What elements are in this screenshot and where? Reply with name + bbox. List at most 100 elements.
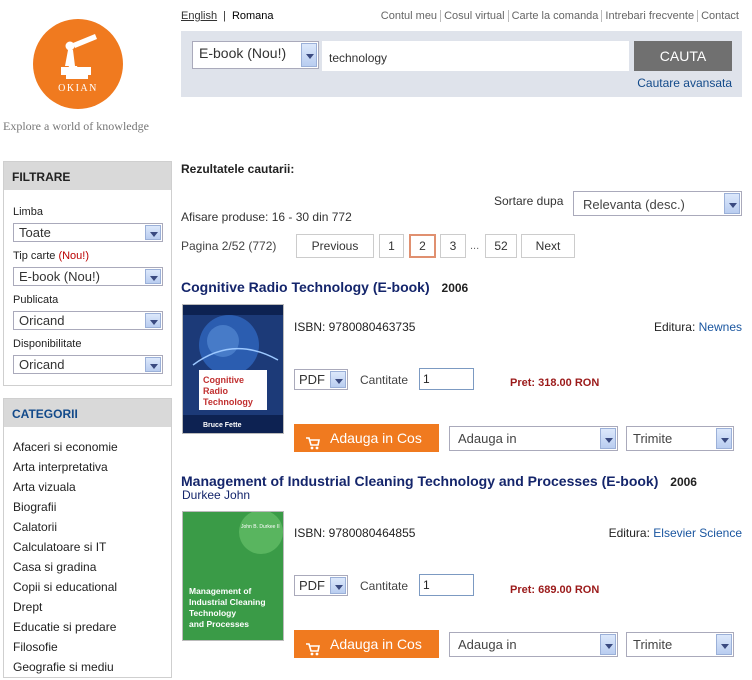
add-to-cart-button[interactable]: Adauga in Cos: [294, 424, 439, 452]
lang-separator: |: [223, 10, 226, 22]
filter-type-text: Tip carte: [13, 250, 56, 262]
chevron-down-icon: [145, 357, 161, 372]
quantity-input[interactable]: 1: [419, 574, 474, 596]
send-select[interactable]: Trimite: [626, 426, 734, 451]
filter-availability-value: Oricand: [19, 357, 65, 372]
sort-label: Sortare dupa: [494, 194, 564, 208]
filter-language-label: Limba: [13, 206, 43, 218]
quantity-input[interactable]: 1: [419, 368, 474, 390]
send-value: Trimite: [633, 637, 673, 652]
advanced-search-link[interactable]: Cautare avansata: [637, 76, 732, 90]
chevron-down-icon: [301, 43, 317, 67]
top-link-cart[interactable]: Cosul virtual: [440, 10, 508, 22]
chevron-down-icon: [600, 634, 616, 655]
filter-type-value: E-book (Nou!): [19, 269, 100, 284]
cover-title-line: Radio: [203, 386, 229, 396]
page-info: Pagina 2/52 (772): [181, 239, 277, 253]
category-item[interactable]: Educatie si predare: [13, 620, 118, 640]
category-item[interactable]: Afaceri si economie: [13, 440, 118, 460]
product-publisher: Editura: Elsevier Science: [609, 526, 742, 540]
category-item[interactable]: Calculatoare si IT: [13, 540, 118, 560]
search-type-select[interactable]: E-book (Nou!): [192, 41, 319, 69]
tagline: Explore a world of knowledge: [3, 119, 149, 133]
filter-published-value: Oricand: [19, 313, 65, 328]
add-to-cart-button[interactable]: Adauga in Cos: [294, 630, 439, 658]
product-isbn: ISBN: 9780080463735: [294, 320, 416, 334]
chevron-down-icon: [330, 577, 346, 594]
book-cover-image[interactable]: John B. Durkee II Management of Industri…: [182, 510, 284, 641]
page-button-2-current[interactable]: 2: [409, 234, 436, 258]
chevron-down-icon: [145, 269, 161, 284]
categories-panel: CATEGORII Afaceri si economie Arta inter…: [3, 398, 172, 678]
search-input[interactable]: technology: [322, 41, 629, 71]
send-select[interactable]: Trimite: [626, 632, 734, 657]
sort-select[interactable]: Relevanta (desc.): [573, 191, 742, 216]
quantity-label: Cantitate: [360, 579, 409, 593]
category-item[interactable]: Calatorii: [13, 520, 118, 540]
cover-title-line: Technology: [189, 608, 236, 618]
category-item[interactable]: Copii si educational: [13, 580, 118, 600]
filter-language-select[interactable]: Toate: [13, 223, 163, 242]
results-count: Afisare produse: 16 - 30 din 772: [181, 210, 352, 224]
product-title-row: Cognitive Radio Technology (E-book) 2006: [181, 279, 468, 295]
publisher-label: Editura:: [653, 320, 696, 334]
filter-published-select[interactable]: Oricand: [13, 311, 163, 330]
search-bar: E-book (Nou!) technology CAUTA Cautare a…: [181, 31, 742, 97]
category-item[interactable]: Casa si gradina: [13, 560, 118, 580]
format-select[interactable]: PDF: [294, 369, 348, 390]
search-button[interactable]: CAUTA: [634, 41, 732, 71]
product-title-row: Management of Industrial Cleaning Techno…: [181, 473, 697, 489]
sort-value: Relevanta (desc.): [583, 197, 685, 212]
cover-title-line: Technology: [203, 397, 253, 407]
lang-english-link[interactable]: English: [181, 10, 217, 22]
top-link-account[interactable]: Contul meu: [378, 10, 440, 22]
lang-romana-link[interactable]: Romana: [232, 10, 274, 22]
category-item[interactable]: Arta interpretativa: [13, 460, 118, 480]
page-button-last[interactable]: 52: [485, 234, 517, 258]
page-button-1[interactable]: 1: [379, 234, 404, 258]
product-title-link[interactable]: Cognitive Radio Technology (E-book): [181, 279, 430, 295]
filter-availability-label: Disponibilitate: [13, 338, 82, 350]
filter-type-select[interactable]: E-book (Nou!): [13, 267, 163, 286]
top-link-contact[interactable]: Contact: [697, 10, 742, 22]
cover-author: Bruce Fette: [203, 422, 242, 429]
new-badge: (Nou!): [58, 250, 90, 262]
filter-language-value: Toate: [19, 225, 51, 240]
filter-availability-select[interactable]: Oricand: [13, 355, 163, 374]
publisher-link[interactable]: Elsevier Science: [653, 526, 742, 540]
publisher-link[interactable]: Newnes: [699, 320, 742, 334]
category-item[interactable]: Biografii: [13, 500, 118, 520]
top-link-faq[interactable]: Intrebari frecvente: [601, 10, 697, 22]
category-item[interactable]: Filosofie: [13, 640, 118, 660]
filter-title: FILTRARE: [4, 162, 171, 190]
product-title-link[interactable]: Management of Industrial Cleaning Techno…: [181, 473, 658, 489]
next-page-button[interactable]: Next: [521, 234, 575, 258]
top-links: Contul meu Cosul virtual Carte la comand…: [378, 10, 742, 22]
language-switch: English | Romana: [181, 10, 274, 22]
category-list: Afaceri si economie Arta interpretativa …: [13, 440, 118, 680]
okian-logo[interactable]: OKIAN: [33, 19, 123, 109]
filter-panel: FILTRARE Limba Toate Tip carte (Nou!) E-…: [3, 161, 172, 386]
product-author[interactable]: Durkee John: [182, 488, 250, 502]
add-to-list-value: Adauga in: [458, 431, 517, 446]
format-value: PDF: [299, 372, 325, 387]
logo-text: OKIAN: [58, 83, 98, 94]
filter-type-label: Tip carte (Nou!): [13, 250, 89, 262]
results-heading: Rezultatele cautarii:: [181, 162, 295, 176]
add-to-list-select[interactable]: Adauga in: [449, 632, 618, 657]
previous-page-button[interactable]: Previous: [296, 234, 374, 258]
category-item[interactable]: Geografie si mediu: [13, 660, 118, 680]
product-year: 2006: [441, 281, 469, 295]
cover-title-line: Management of: [189, 586, 252, 596]
add-to-list-select[interactable]: Adauga in: [449, 426, 618, 451]
category-item[interactable]: Arta vizuala: [13, 480, 118, 500]
book-cover-image[interactable]: Cognitive Radio Technology Bruce Fette: [182, 304, 284, 434]
cover-title-line: Industrial Cleaning: [189, 597, 266, 607]
chevron-down-icon: [716, 428, 732, 449]
top-link-order-book[interactable]: Carte la comanda: [507, 10, 602, 22]
category-item[interactable]: Drept: [13, 600, 118, 620]
product-price: Pret: 318.00 RON: [510, 377, 600, 389]
chevron-down-icon: [716, 634, 732, 655]
page-button-3[interactable]: 3: [440, 234, 466, 258]
format-select[interactable]: PDF: [294, 575, 348, 596]
